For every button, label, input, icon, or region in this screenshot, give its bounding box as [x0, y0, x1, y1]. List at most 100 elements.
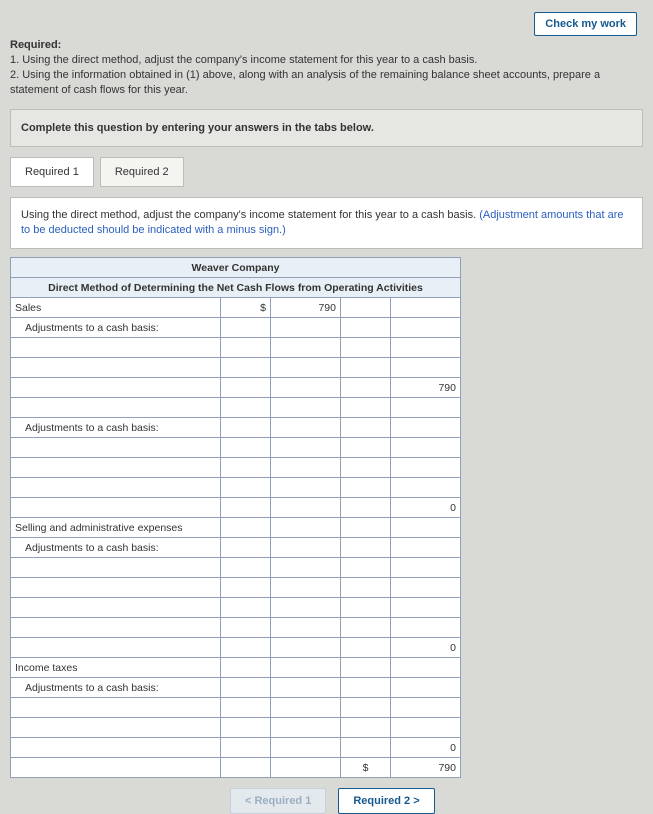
- cell-cur1[interactable]: $: [221, 298, 271, 318]
- cell[interactable]: [11, 758, 221, 778]
- cell[interactable]: [341, 578, 391, 598]
- cell[interactable]: [271, 638, 341, 658]
- cell[interactable]: [391, 458, 461, 478]
- cell[interactable]: [221, 518, 271, 538]
- cell[interactable]: [391, 618, 461, 638]
- tab-required-1[interactable]: Required 1: [10, 157, 94, 187]
- cell[interactable]: [271, 678, 341, 698]
- cell[interactable]: [11, 718, 221, 738]
- tab-required-2[interactable]: Required 2: [100, 157, 184, 187]
- cell[interactable]: [221, 338, 271, 358]
- cell[interactable]: [391, 598, 461, 618]
- cell[interactable]: [391, 358, 461, 378]
- cell[interactable]: [11, 558, 221, 578]
- cell[interactable]: [271, 358, 341, 378]
- cell[interactable]: [391, 538, 461, 558]
- cell[interactable]: [11, 358, 221, 378]
- cell[interactable]: [271, 378, 341, 398]
- cell[interactable]: [271, 598, 341, 618]
- cell[interactable]: [391, 478, 461, 498]
- cell[interactable]: [11, 618, 221, 638]
- cell[interactable]: [391, 518, 461, 538]
- cell[interactable]: [271, 758, 341, 778]
- cell[interactable]: [221, 558, 271, 578]
- cell[interactable]: [341, 438, 391, 458]
- cell-cur2[interactable]: $: [341, 758, 391, 778]
- cell[interactable]: [271, 558, 341, 578]
- cell[interactable]: [11, 578, 221, 598]
- cell[interactable]: [341, 418, 391, 438]
- cell[interactable]: [11, 598, 221, 618]
- cell[interactable]: [341, 518, 391, 538]
- cell[interactable]: [11, 458, 221, 478]
- cell[interactable]: [271, 458, 341, 478]
- cell[interactable]: [221, 638, 271, 658]
- cell[interactable]: [341, 458, 391, 478]
- cell[interactable]: [221, 438, 271, 458]
- cell[interactable]: [391, 718, 461, 738]
- cell-zero-3[interactable]: 0: [391, 738, 461, 758]
- cell[interactable]: [221, 658, 271, 678]
- cell[interactable]: [11, 478, 221, 498]
- cell[interactable]: [221, 538, 271, 558]
- cell[interactable]: [271, 578, 341, 598]
- next-required-button[interactable]: Required 2 >: [338, 788, 434, 814]
- cell[interactable]: [221, 318, 271, 338]
- cell[interactable]: [221, 618, 271, 638]
- cell[interactable]: [221, 498, 271, 518]
- cell[interactable]: [341, 718, 391, 738]
- cell[interactable]: [271, 478, 341, 498]
- cell[interactable]: [271, 438, 341, 458]
- cell[interactable]: [391, 298, 461, 318]
- cell[interactable]: [391, 658, 461, 678]
- cell[interactable]: [11, 638, 221, 658]
- cell[interactable]: [341, 678, 391, 698]
- cell-sales-amt[interactable]: 790: [271, 298, 341, 318]
- cell-zero-2[interactable]: 0: [391, 638, 461, 658]
- cell[interactable]: [271, 738, 341, 758]
- cell[interactable]: [221, 358, 271, 378]
- cell[interactable]: [391, 418, 461, 438]
- cell[interactable]: [11, 398, 221, 418]
- cell[interactable]: [11, 498, 221, 518]
- check-my-work-button[interactable]: Check my work: [534, 12, 637, 36]
- cell[interactable]: [391, 678, 461, 698]
- cell[interactable]: [221, 758, 271, 778]
- cell[interactable]: [221, 398, 271, 418]
- cell[interactable]: [271, 498, 341, 518]
- cell[interactable]: [341, 598, 391, 618]
- cell[interactable]: [271, 658, 341, 678]
- cell[interactable]: [341, 358, 391, 378]
- cell[interactable]: [391, 318, 461, 338]
- cell[interactable]: [271, 398, 341, 418]
- cell[interactable]: [11, 438, 221, 458]
- cell[interactable]: [341, 398, 391, 418]
- cell[interactable]: [11, 698, 221, 718]
- cell[interactable]: [221, 378, 271, 398]
- cell[interactable]: [341, 618, 391, 638]
- cell[interactable]: [341, 338, 391, 358]
- cell[interactable]: [221, 718, 271, 738]
- cell[interactable]: [341, 498, 391, 518]
- cell[interactable]: [341, 538, 391, 558]
- cell-zero-1[interactable]: 0: [391, 498, 461, 518]
- cell[interactable]: [391, 558, 461, 578]
- cell[interactable]: [271, 538, 341, 558]
- cell[interactable]: [221, 678, 271, 698]
- cell[interactable]: [391, 578, 461, 598]
- cell[interactable]: [221, 418, 271, 438]
- cell[interactable]: [391, 338, 461, 358]
- cell[interactable]: [341, 698, 391, 718]
- cell[interactable]: [341, 558, 391, 578]
- cell[interactable]: [341, 478, 391, 498]
- cell[interactable]: [271, 418, 341, 438]
- cell[interactable]: [341, 298, 391, 318]
- cell[interactable]: [271, 338, 341, 358]
- cell[interactable]: [271, 318, 341, 338]
- cell[interactable]: [271, 698, 341, 718]
- cell[interactable]: [341, 318, 391, 338]
- cell[interactable]: [271, 718, 341, 738]
- cell[interactable]: [221, 598, 271, 618]
- cell[interactable]: [11, 738, 221, 758]
- cell[interactable]: [271, 518, 341, 538]
